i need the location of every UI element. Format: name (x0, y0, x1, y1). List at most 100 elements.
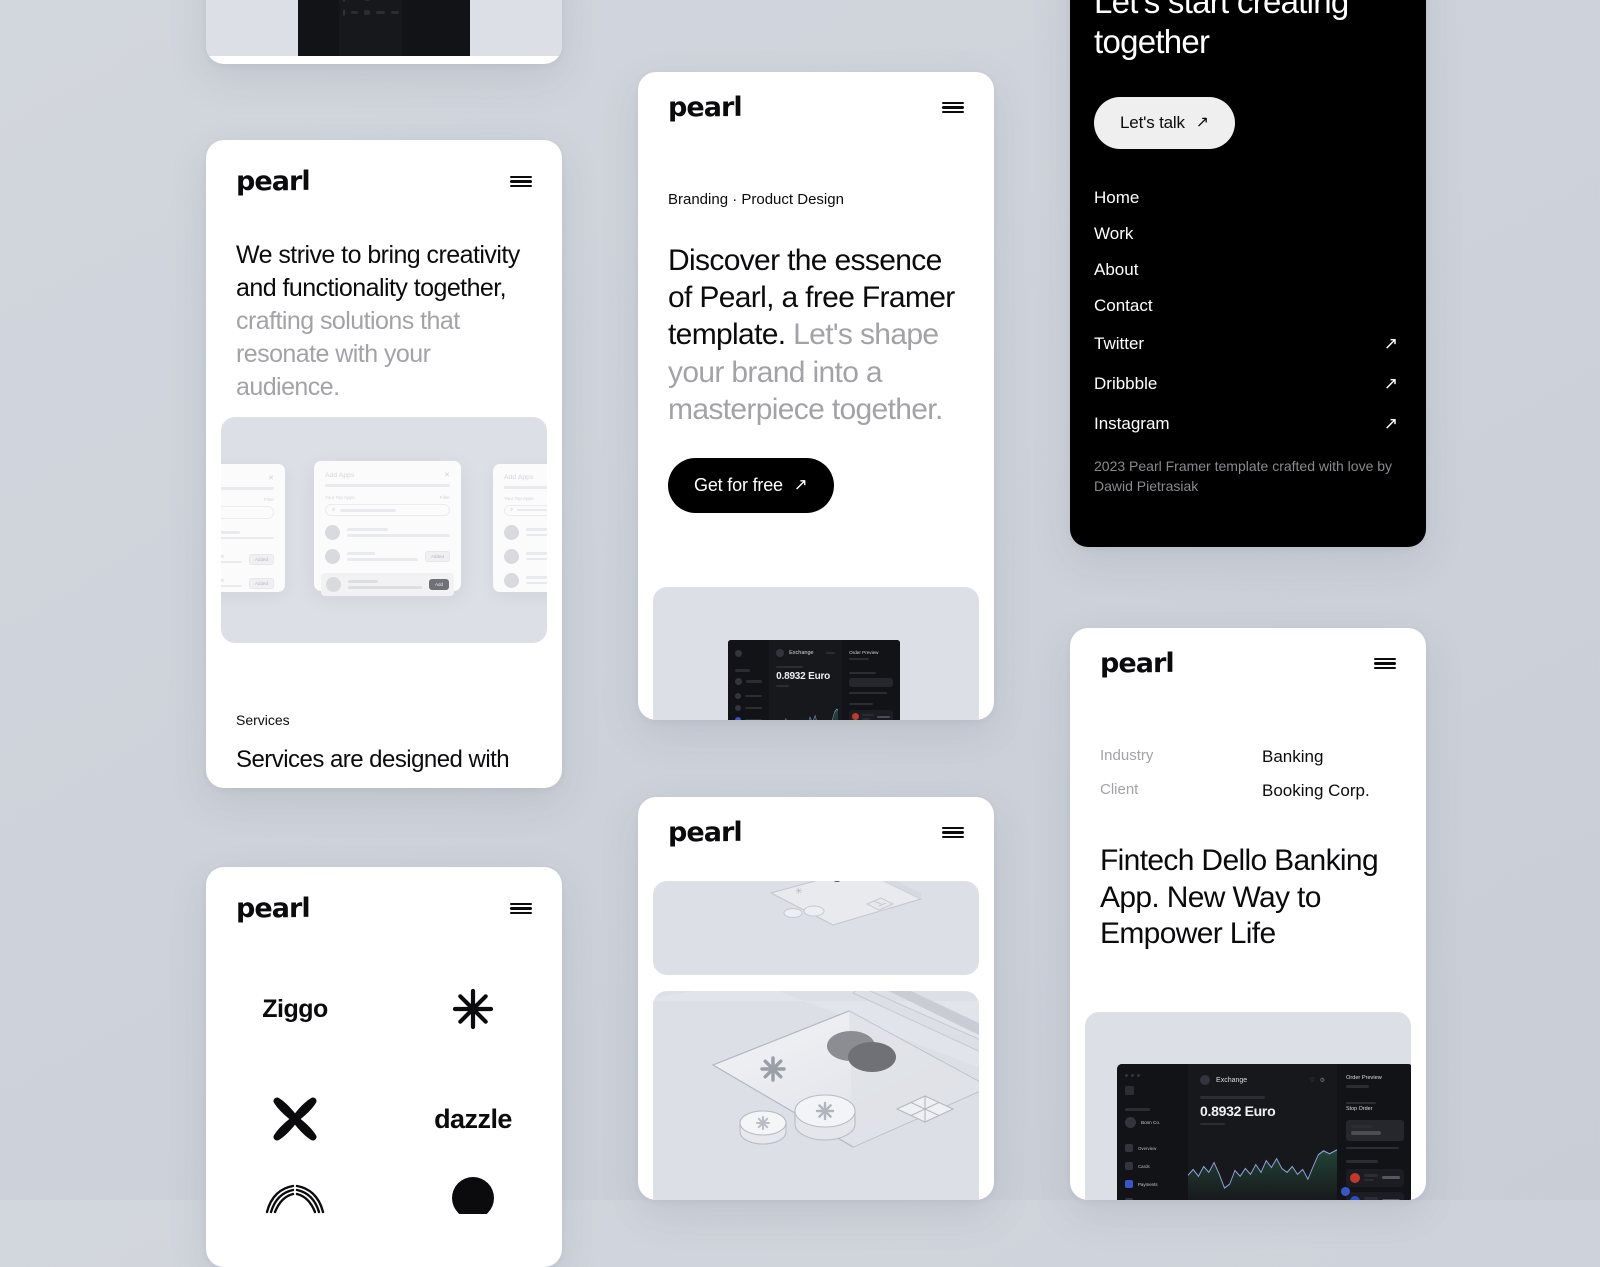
footer-nav: Home Work About Contact Twitter ↗ Dribbb… (1094, 180, 1398, 444)
get-for-free-button[interactable]: Get for free ↗ (668, 458, 834, 513)
hamburger-menu-icon[interactable] (1374, 657, 1396, 670)
added-badge: Added (248, 553, 274, 565)
social-link-label: Dribbble (1094, 374, 1158, 393)
isometric-credit-card-with-coins (653, 991, 979, 1148)
nav-label[interactable]: Cards (1138, 1164, 1150, 1169)
arrow-up-right-icon: ↗ (1383, 374, 1398, 393)
favorite-icon[interactable]: ♡ (1309, 1077, 1314, 1084)
case-study-card-header: pearl (1070, 628, 1426, 677)
black-circle-icon (452, 1177, 494, 1214)
lets-talk-button[interactable]: Let's talk ↗ (1094, 97, 1235, 149)
case-study-card: pearl Industry Banking Client Booking Co… (1070, 628, 1426, 1200)
pearl-logo[interactable]: pearl (668, 819, 743, 846)
social-link-dribbble[interactable]: Dribbble ↗ (1094, 364, 1398, 404)
added-badge: Added (424, 551, 450, 562)
order-preview-title: Order Preview (849, 650, 879, 656)
order-type-value: Stop Order (1346, 1106, 1373, 1112)
hero-tags: Branding · Product Design (668, 191, 844, 208)
svg-text:✳: ✳ (795, 887, 803, 897)
social-link-twitter[interactable]: Twitter ↗ (1094, 324, 1398, 364)
dashboard-sidebar: Bonn Co. Overview Cards Payments Wallet … (1117, 1064, 1189, 1200)
exchange-title: Exchange (789, 649, 814, 656)
preview-plate (206, 0, 562, 56)
isometric-credit-card-small: ✳ (769, 881, 923, 926)
hero-image-plate: Exchange 0.8932 Euro Order Preview (653, 587, 979, 720)
services-headline: Services are designed with (236, 746, 510, 773)
hamburger-menu-icon[interactable] (942, 101, 964, 114)
meta-key: Client (1100, 781, 1139, 798)
client-logo-dazzle: dazzle (384, 1064, 562, 1174)
nav-item-about[interactable]: About (1094, 252, 1398, 288)
pearl-logo[interactable]: pearl (236, 168, 311, 195)
butterfly-wings-icon (265, 1184, 325, 1214)
clients-card: pearl Ziggo dazzle (206, 867, 562, 1267)
arrow-up-right-icon: ↗ (1383, 414, 1398, 433)
illustration-plate-top: ✳ (653, 881, 979, 975)
modal-section-label: Your Top Apps (325, 495, 355, 500)
pearl-logo[interactable]: pearl (668, 94, 743, 121)
nav-item-label: About (1094, 260, 1139, 279)
client-logo-ziggo: Ziggo (206, 954, 384, 1064)
social-link-label: Twitter (1094, 334, 1145, 353)
add-apps-modal-left: Add Apps ✕ Your Top Apps Filter Added Ad… (221, 464, 285, 592)
hamburger-menu-icon[interactable] (510, 902, 532, 915)
modal-title: Add Apps (325, 471, 355, 479)
screenshot-canvas: pearl We strive to bring creativity and … (0, 0, 1600, 1267)
meta-value: Booking Corp. (1262, 781, 1370, 800)
dashboard-main: Exchange ♡ ⚙ 0.8932 Euro (1188, 1064, 1337, 1200)
hero-headline: Discover the essence of Pearl, a free Fr… (668, 242, 964, 428)
dashboard-main (339, 0, 403, 56)
footer-card: Let’s start creating together Let's talk… (1070, 0, 1426, 547)
nav-label[interactable]: Overview (1138, 1146, 1156, 1151)
nav-item-work[interactable]: Work (1094, 216, 1398, 252)
modal-title: Add Apps (504, 474, 534, 481)
order-preview-title: Order Preview (1346, 1075, 1382, 1081)
close-icon[interactable]: ✕ (268, 474, 274, 482)
client-logo-butterfly (206, 1174, 384, 1267)
services-eyebrow: Services (236, 712, 290, 728)
client-logo-label: dazzle (434, 1103, 512, 1134)
hamburger-menu-icon[interactable] (510, 175, 532, 188)
about-card: pearl We strive to bring creativity and … (206, 140, 562, 788)
settings-icon[interactable]: ⚙ (1320, 1077, 1325, 1084)
add-apps-modal-right: Add Apps Your Top Apps ⌕ (493, 464, 547, 592)
close-icon[interactable]: ✕ (444, 471, 450, 479)
pearl-logo[interactable]: pearl (1100, 650, 1175, 677)
illustration-plate-bottom (653, 991, 979, 1200)
order-preview-panel: Order Preview Stop Order (1337, 1064, 1411, 1200)
hamburger-menu-icon[interactable] (942, 826, 964, 839)
nav-item-home[interactable]: Home (1094, 180, 1398, 216)
search-icon: ⌕ (332, 506, 336, 513)
dashboard-sidebar (298, 0, 340, 56)
pearl-logo[interactable]: pearl (236, 895, 311, 922)
nav-label[interactable]: Payments (1138, 1182, 1158, 1187)
nav-item-label: Contact (1094, 296, 1153, 315)
about-image-plate: Add Apps ✕ Your Top Apps Filter Added Ad… (221, 417, 547, 643)
dashboard-mock (298, 0, 470, 56)
client-logo-wall: Ziggo dazzle (206, 954, 562, 1267)
dashboard-preview-card (206, 0, 562, 64)
search-icon: ⌕ (510, 506, 514, 513)
nav-item-contact[interactable]: Contact (1094, 288, 1398, 324)
about-headline-strong: We strive to bring creativity and functi… (236, 241, 520, 302)
meta-value: Banking (1262, 747, 1324, 766)
footer-headline: Let’s start creating together (1094, 0, 1349, 60)
social-link-label: Instagram (1094, 414, 1170, 433)
client-logo-flower (206, 1064, 384, 1174)
add-button[interactable]: Add (428, 579, 449, 590)
dashboard-mock: Exchange 0.8932 Euro Order Preview (728, 640, 900, 720)
account-name: Bonn Co. (1141, 1120, 1161, 1125)
nav-item-label: Home (1094, 188, 1140, 207)
order-preview-panel (402, 0, 470, 56)
exchange-rate: 0.8932 Euro (776, 670, 831, 682)
meta-key: Industry (1100, 747, 1154, 764)
modal-filter-label: Filter (439, 495, 450, 500)
arrow-up-right-icon: ↗ (793, 475, 808, 495)
client-logo-asterisk (384, 954, 562, 1064)
exchange-rate: 0.8932 Euro (1200, 1102, 1276, 1119)
social-link-instagram[interactable]: Instagram ↗ (1094, 404, 1398, 444)
meta-row-industry: Industry Banking (1100, 743, 1396, 771)
dashboard-main: Exchange 0.8932 Euro (769, 640, 843, 720)
add-apps-modal-center: Add Apps ✕ Your Top Apps Filter ⌕ Added … (314, 461, 461, 596)
lets-talk-label: Let's talk (1120, 113, 1185, 132)
